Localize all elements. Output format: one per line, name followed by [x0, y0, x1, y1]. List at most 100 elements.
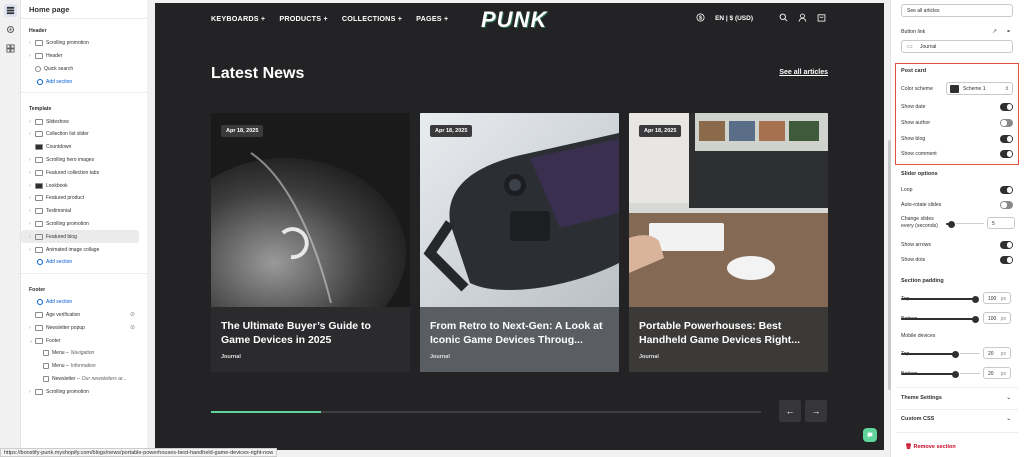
add-section-button[interactable]: Add section: [21, 75, 147, 88]
apps-icon[interactable]: [4, 42, 17, 55]
store-logo[interactable]: PUNK: [481, 7, 547, 33]
section-item[interactable]: Age verification ⊘: [21, 309, 147, 322]
link-icon: [43, 363, 49, 370]
show-date-toggle[interactable]: [1000, 103, 1013, 111]
block-item[interactable]: Menu – Information: [21, 360, 147, 373]
section-icon: [35, 182, 43, 189]
mobile-bottom-input[interactable]: 20 px: [983, 367, 1011, 379]
button-label-input[interactable]: See all articles: [901, 4, 1013, 17]
post-date: Apr 18, 2025: [221, 125, 264, 137]
show-comment-toggle[interactable]: [1000, 150, 1013, 158]
section-item[interactable]: › Scrolling promotion: [21, 218, 147, 231]
chevron-down-icon: ⌄: [1006, 416, 1011, 422]
page-title: Home page: [21, 0, 147, 19]
settings-scrollbar[interactable]: [888, 140, 891, 390]
remove-section-button[interactable]: 🗑 Remove section: [905, 444, 956, 450]
custom-css-toggle[interactable]: Custom CSS ⌄: [901, 416, 1011, 422]
section-item[interactable]: › Testimonial: [21, 205, 147, 218]
slider-knob[interactable]: [948, 220, 955, 228]
mouse-image: [211, 113, 410, 307]
eye-off-icon[interactable]: ⊘: [130, 311, 135, 318]
padding-bottom-input[interactable]: 100 px: [983, 312, 1011, 324]
post-title[interactable]: Portable Powerhouses: Best Handheld Game…: [639, 319, 818, 347]
mobile-top-slider[interactable]: [901, 350, 959, 358]
section-item[interactable]: ⌄ Footer: [21, 334, 147, 347]
padding-top-slider[interactable]: [901, 295, 979, 303]
section-item[interactable]: › Scrolling promotion: [21, 37, 147, 50]
sections-panel: Home page Header › Scrolling promotion › H…: [21, 0, 147, 450]
nav-keyboards[interactable]: KEYBOARDS +: [211, 14, 265, 23]
nav-pages[interactable]: PAGES +: [416, 14, 448, 23]
padding-top-input[interactable]: 100 px: [983, 292, 1011, 304]
change-slides-input[interactable]: 5: [987, 217, 1015, 229]
svg-text:$: $: [699, 15, 702, 21]
template-group-label: Template: [29, 106, 52, 113]
prev-arrow-button[interactable]: ←: [779, 400, 801, 422]
account-icon[interactable]: [798, 13, 807, 24]
show-blog-toggle[interactable]: [1000, 135, 1013, 143]
section-item[interactable]: › Header: [21, 50, 147, 63]
blog-card[interactable]: Apr 18, 2025 Portable Powerhouses: Best …: [629, 113, 828, 372]
section-item[interactable]: Countdown: [21, 141, 147, 154]
chat-widget-icon[interactable]: [863, 428, 877, 442]
section-item[interactable]: › Scrolling hero images: [21, 154, 147, 167]
show-comment-label: Show comment: [901, 151, 937, 157]
section-item-selected[interactable]: › Featured blog: [21, 230, 139, 244]
link-icon[interactable]: ⚭: [1006, 28, 1011, 35]
sections-icon[interactable]: [3, 4, 17, 17]
section-icon: [35, 208, 43, 215]
mobile-bottom-slider[interactable]: [901, 370, 959, 378]
section-item[interactable]: › Slideshow: [21, 115, 147, 128]
section-item[interactable]: › Featured collection tabs: [21, 166, 147, 179]
show-arrows-toggle[interactable]: [1000, 241, 1013, 249]
post-title[interactable]: The Ultimate Buyer’s Guide to Game Devic…: [221, 319, 400, 347]
post-category[interactable]: Journal: [430, 354, 450, 360]
section-item[interactable]: › Lookbook: [21, 179, 147, 192]
currency-icon[interactable]: $: [696, 13, 705, 24]
section-icon: [35, 246, 43, 253]
section-item[interactable]: Quick search: [21, 63, 147, 76]
gear-icon[interactable]: [4, 23, 17, 36]
section-item[interactable]: › Collection list slider: [21, 128, 147, 141]
loop-toggle[interactable]: [1000, 186, 1013, 194]
next-arrow-button[interactable]: →: [805, 400, 827, 422]
blog-card[interactable]: Apr 18, 2025 The Ultimate Buyer’s Guide …: [211, 113, 410, 372]
section-item[interactable]: › Featured product: [21, 192, 147, 205]
nav-collections[interactable]: COLLECTIONS +: [342, 14, 402, 23]
post-category[interactable]: Journal: [639, 354, 659, 360]
block-item[interactable]: Menu – Navigation: [21, 347, 147, 360]
eye-off-icon[interactable]: ⊘: [130, 324, 135, 331]
add-section-button[interactable]: Add section: [21, 256, 147, 269]
blog-card[interactable]: Apr 18, 2025 From Retro to Next-Gen: A L…: [420, 113, 619, 372]
search-icon[interactable]: [779, 13, 788, 24]
slider-knob[interactable]: [952, 350, 959, 358]
block-item[interactable]: Newsletter – Our newsletters ar...: [21, 373, 147, 386]
external-link-icon[interactable]: ↗: [992, 28, 997, 35]
auto-rotate-toggle[interactable]: [1000, 201, 1013, 209]
show-dots-toggle[interactable]: [1000, 256, 1013, 264]
change-slides-slider[interactable]: [946, 220, 955, 228]
post-category[interactable]: Journal: [221, 354, 241, 360]
button-link-input[interactable]: Journal: [901, 40, 1013, 53]
blog-cards: Apr 18, 2025 The Ultimate Buyer’s Guide …: [211, 113, 828, 372]
locale-selector[interactable]: EN | $ (USD): [715, 15, 753, 22]
section-item[interactable]: › Newsletter popup ⊘: [21, 321, 147, 334]
theme-settings-toggle[interactable]: Theme Settings ⌄: [901, 395, 1011, 401]
chevron-updown-icon: ⇕: [1004, 85, 1009, 92]
padding-bottom-slider[interactable]: [901, 315, 979, 323]
section-item[interactable]: › Animated image collage: [21, 243, 147, 256]
slider-options-heading: Slider options: [901, 171, 938, 177]
color-scheme-select[interactable]: Scheme 1 ⇕: [946, 82, 1013, 95]
mobile-top-input[interactable]: 20 px: [983, 347, 1011, 359]
show-author-toggle[interactable]: [1000, 119, 1013, 127]
post-title[interactable]: From Retro to Next-Gen: A Look at Iconic…: [430, 319, 609, 347]
add-section-button[interactable]: Add section: [21, 296, 147, 309]
slider-knob[interactable]: [972, 315, 979, 323]
cart-icon[interactable]: [817, 13, 826, 24]
section-item[interactable]: › Scrolling promotion: [21, 385, 147, 398]
slider-knob[interactable]: [972, 295, 979, 303]
page-icon: ▭: [907, 44, 913, 50]
slider-knob[interactable]: [952, 370, 959, 378]
nav-products[interactable]: PRODUCTS +: [279, 14, 328, 23]
see-all-articles-link[interactable]: See all articles: [779, 69, 828, 76]
